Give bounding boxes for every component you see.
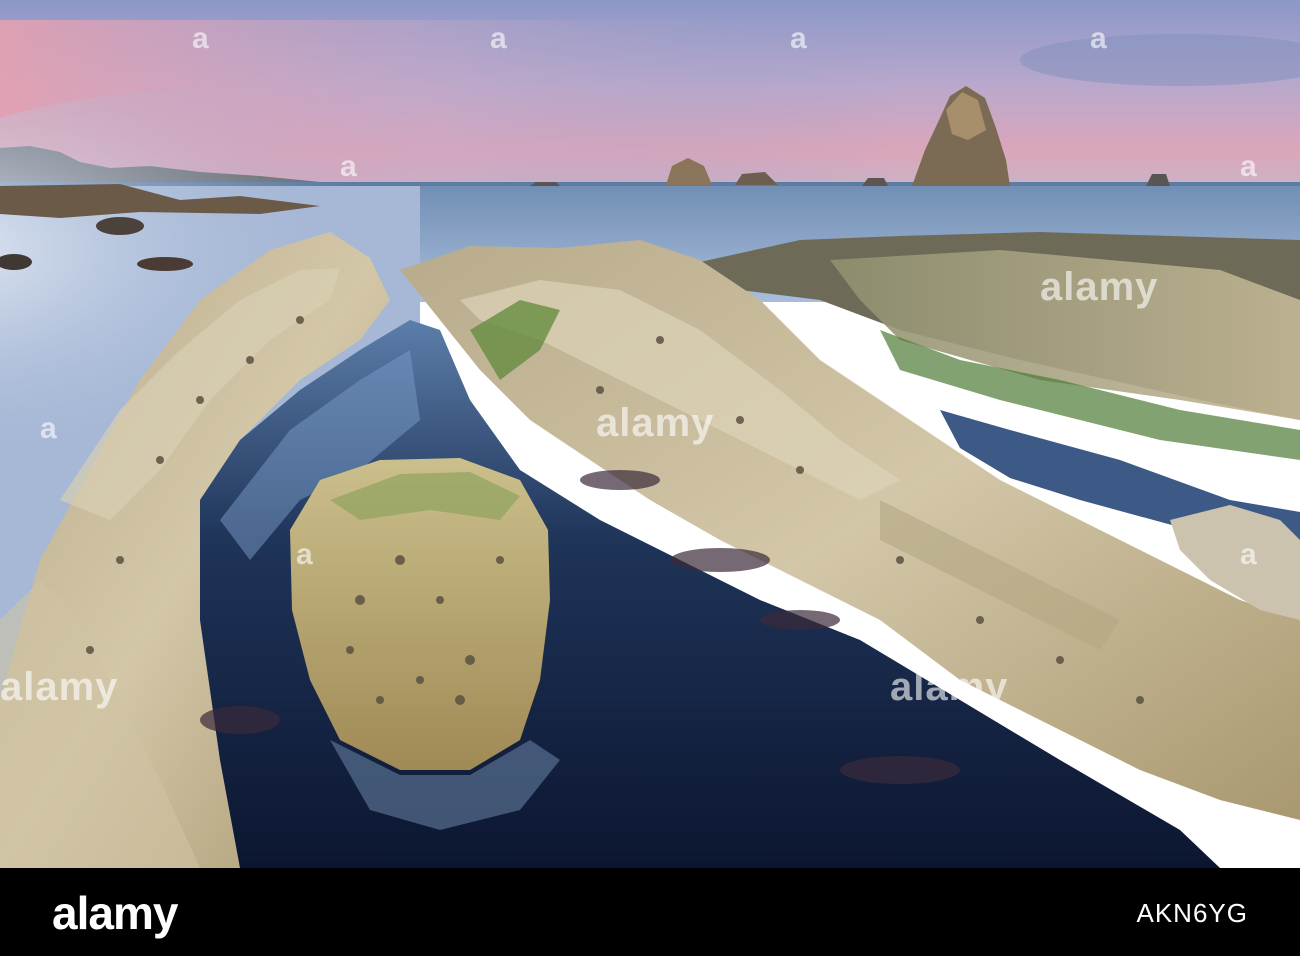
seascape-photo bbox=[0, 0, 1300, 868]
stock-id: AKN6YG bbox=[1136, 898, 1248, 928]
alamy-logo: alamy bbox=[52, 887, 178, 939]
footer-bar bbox=[0, 868, 1300, 956]
photo-illustration bbox=[0, 0, 1300, 868]
wet-rock bbox=[137, 257, 193, 271]
wet-rock bbox=[96, 217, 144, 235]
